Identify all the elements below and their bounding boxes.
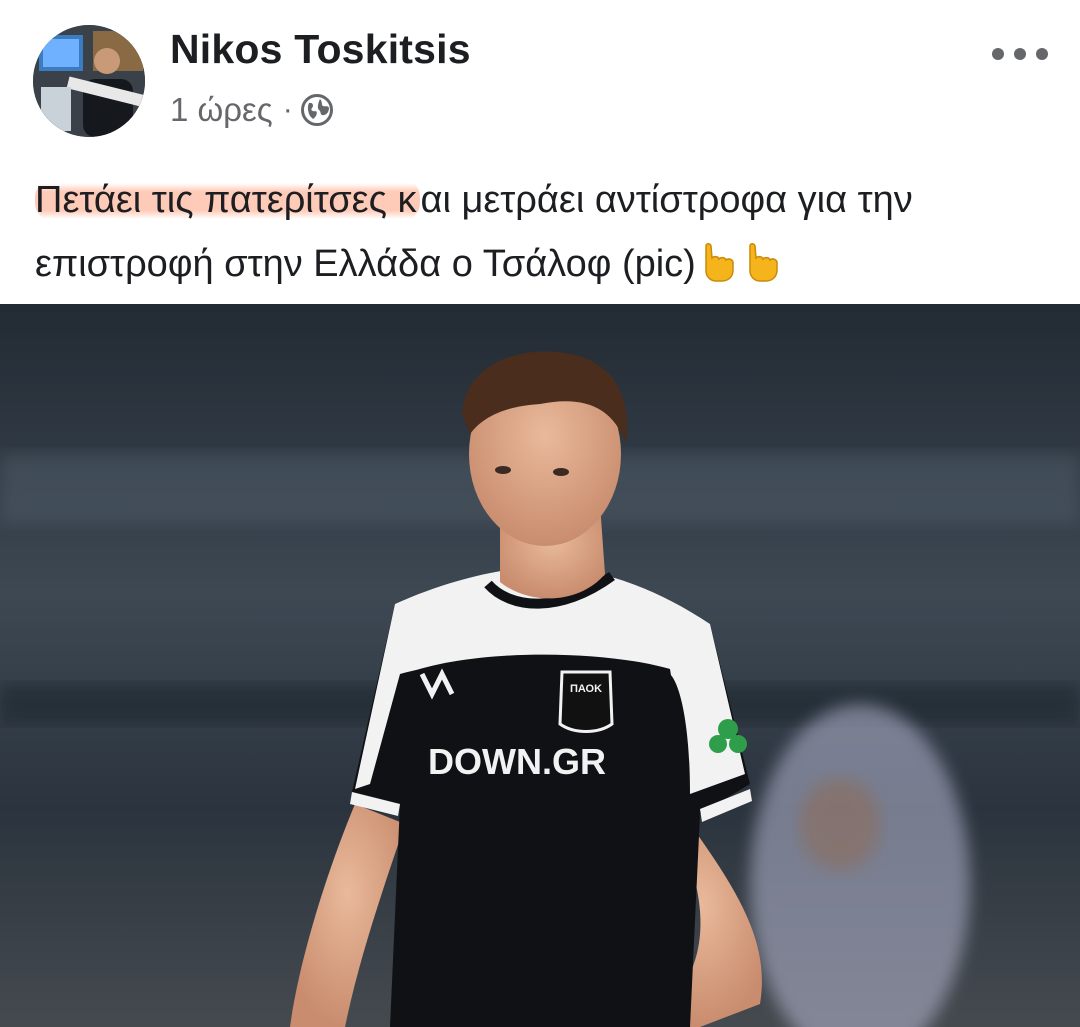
post-text-line1-rest: αι μετράει αντίστροφα για την (420, 179, 913, 221)
post-text-line2: επιστροφή στην Ελλάδα ο Τσάλοφ (pic) (35, 243, 696, 285)
more-dots-icon (992, 48, 1004, 60)
crest-label: ΠΑΟΚ (570, 683, 602, 695)
more-options-button[interactable] (992, 36, 1048, 72)
post-text: Πετάει τις πατερίτσες κ αι μετράει αντίστ… (35, 168, 1055, 296)
post-meta: 1 ώρες · (170, 88, 333, 132)
post-photo[interactable]: ΠΑΟΚ DOWN.GR (0, 304, 1080, 1027)
post-timestamp[interactable]: 1 ώρες (170, 91, 273, 129)
pointing-down-emoji-icon (700, 240, 740, 284)
author-name[interactable]: Nikos Toskitsis (170, 26, 471, 73)
jersey-sponsor: DOWN.GR (428, 741, 606, 782)
pointing-down-emoji-icon (744, 240, 784, 284)
highlighted-text: Πετάει τις πατερίτσες κ (35, 179, 421, 221)
globe-icon (300, 94, 333, 126)
post-header: Nikos Toskitsis 1 ώρες · (0, 0, 1080, 160)
author-avatar[interactable] (33, 25, 145, 137)
meta-separator: · (282, 93, 293, 126)
